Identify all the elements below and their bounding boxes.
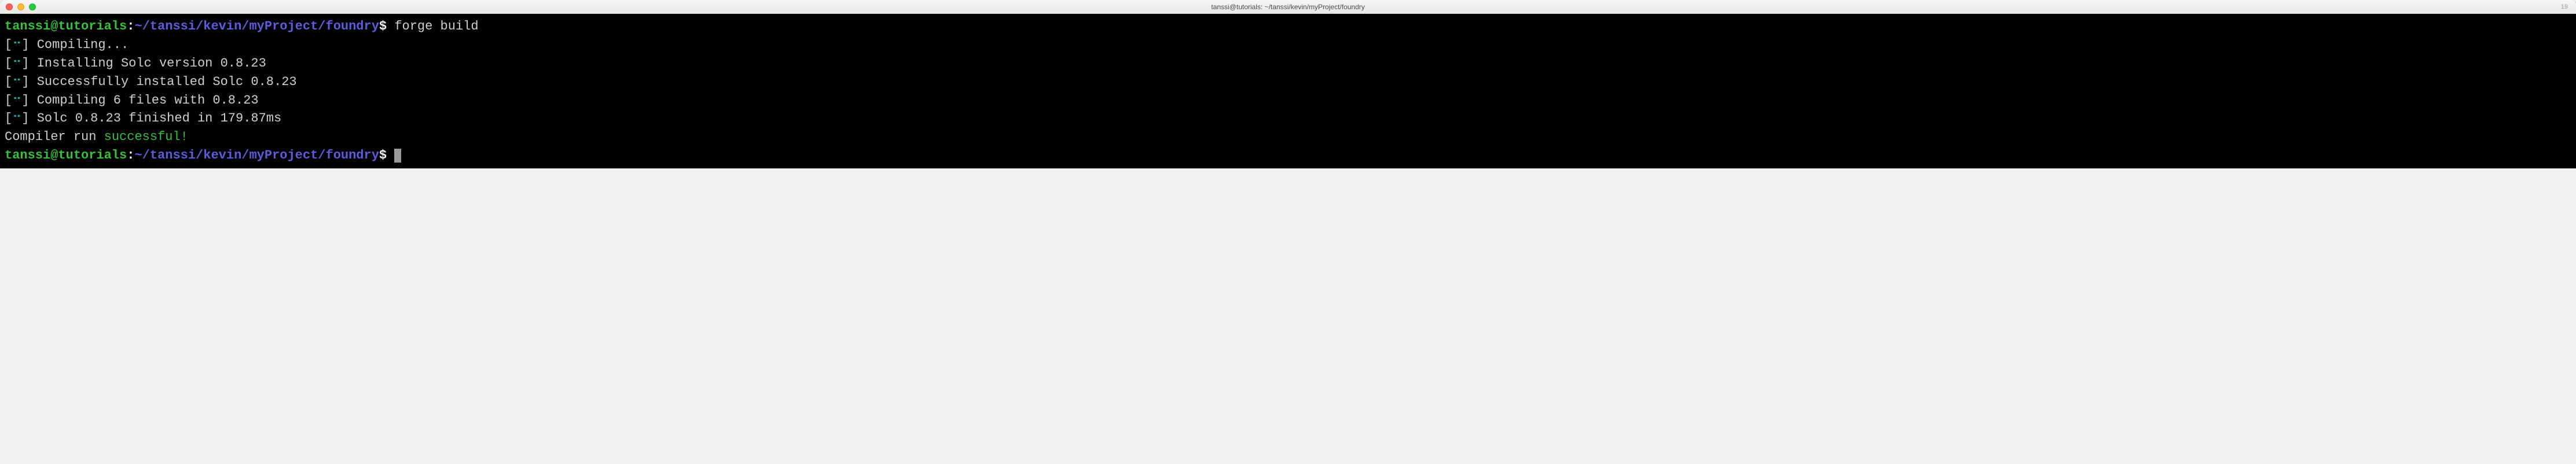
prompt-line-2: tanssi@tutorials:~/tanssi/kevin/myProjec… — [5, 146, 2571, 165]
spinner-icon: [⠒] — [5, 93, 30, 108]
prompt-user: tanssi@tutorials — [5, 148, 127, 163]
output-line: [⠒] Compiling... — [5, 36, 2571, 54]
terminal-body[interactable]: tanssi@tutorials:~/tanssi/kevin/myProjec… — [0, 14, 2576, 168]
output-text: Compiler run — [5, 130, 104, 144]
output-text: Compiling 6 files with 0.8.23 — [30, 93, 259, 108]
command-text: forge build — [387, 19, 478, 34]
prompt-sep: : — [127, 19, 134, 34]
prompt-symbol: $ — [379, 19, 387, 34]
prompt-line-1: tanssi@tutorials:~/tanssi/kevin/myProjec… — [5, 17, 2571, 36]
prompt-path: ~/tanssi/kevin/myProject/foundry — [134, 19, 379, 34]
spinner-icon: [⠒] — [5, 56, 30, 71]
output-text: Solc 0.8.23 finished in 179.87ms — [30, 111, 282, 126]
spinner-icon: [⠒] — [5, 38, 30, 52]
titlebar[interactable]: tanssi@tutorials: ~/tanssi/kevin/myProje… — [0, 0, 2576, 14]
spinner-icon: [⠒] — [5, 75, 30, 89]
output-line: [⠒] Compiling 6 files with 0.8.23 — [5, 91, 2571, 110]
minimize-icon[interactable] — [17, 3, 24, 10]
maximize-icon[interactable] — [29, 3, 36, 10]
spinner-icon: [⠒] — [5, 111, 30, 126]
prompt-path: ~/tanssi/kevin/myProject/foundry — [134, 148, 379, 163]
close-icon[interactable] — [6, 3, 13, 10]
output-line: [⠒] Successfully installed Solc 0.8.23 — [5, 73, 2571, 91]
output-line: Compiler run successful! — [5, 128, 2571, 146]
traffic-lights — [6, 3, 36, 10]
tab-count-badge[interactable]: 19 — [2561, 3, 2570, 10]
output-text: Compiling... — [30, 38, 129, 52]
cursor-icon — [394, 149, 401, 163]
window-title: tanssi@tutorials: ~/tanssi/kevin/myProje… — [1211, 3, 1364, 11]
output-text: Installing Solc version 0.8.23 — [30, 56, 266, 71]
output-line: [⠒] Installing Solc version 0.8.23 — [5, 54, 2571, 73]
prompt-sep: : — [127, 148, 134, 163]
prompt-symbol: $ — [379, 148, 387, 163]
output-text: Successfully installed Solc 0.8.23 — [30, 75, 297, 89]
terminal-window: tanssi@tutorials: ~/tanssi/kevin/myProje… — [0, 0, 2576, 168]
output-line: [⠒] Solc 0.8.23 finished in 179.87ms — [5, 109, 2571, 128]
success-text: successful! — [104, 130, 188, 144]
prompt-user: tanssi@tutorials — [5, 19, 127, 34]
